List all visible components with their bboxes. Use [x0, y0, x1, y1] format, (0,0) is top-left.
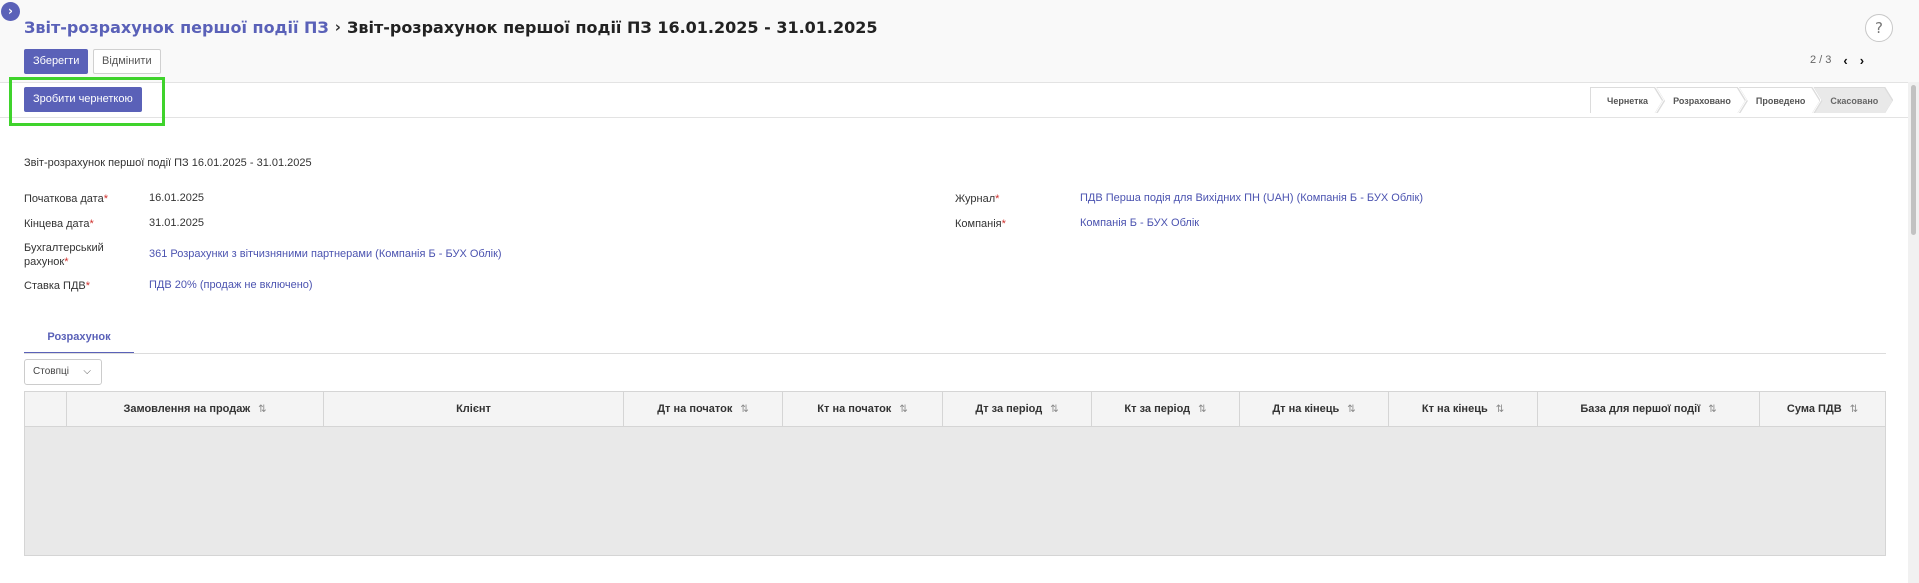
- account-label: Бухгалтерський рахунок*: [24, 242, 104, 268]
- end-date-field[interactable]: 31.01.2025: [149, 217, 204, 229]
- pager-value[interactable]: 2 / 3: [1810, 54, 1831, 66]
- breadcrumb: Звіт-розрахунок першої події ПЗ › Звіт-р…: [24, 16, 878, 38]
- record-title: Звіт-розрахунок першої події ПЗ 16.01.20…: [24, 157, 312, 169]
- sort-icon[interactable]: ⇅: [1198, 404, 1206, 415]
- form-sheet: Звіт-розрахунок першої події ПЗ 16.01.20…: [0, 119, 1908, 583]
- column-header-client[interactable]: Клієнт: [323, 392, 623, 426]
- columns-button[interactable]: Стовпці ⌵: [24, 359, 102, 385]
- end-date-label: Кінцева дата*: [24, 218, 94, 230]
- pager: 2 / 3 ‹ ›: [1810, 52, 1864, 68]
- company-label: Компанія*: [955, 218, 1006, 230]
- column-header-credit-end[interactable]: Кт на кінець ⇅: [1388, 392, 1537, 426]
- sort-icon[interactable]: ⇅: [1708, 404, 1716, 415]
- breadcrumb-parent-link[interactable]: Звіт-розрахунок першої події ПЗ: [24, 18, 329, 37]
- control-panel: › Звіт-розрахунок першої події ПЗ › Звіт…: [0, 0, 1919, 82]
- help-button[interactable]: ?: [1865, 14, 1893, 42]
- sort-icon[interactable]: ⇅: [1850, 404, 1858, 415]
- scrollbar-thumb[interactable]: [1911, 85, 1916, 235]
- columns-button-label: Стовпці: [33, 366, 69, 377]
- calculation-table: Замовлення на продаж ⇅ Клієнт Дт на почат…: [24, 391, 1886, 556]
- tab-divider: [24, 353, 1886, 354]
- sort-icon[interactable]: ⇅: [899, 404, 907, 415]
- vat-rate-field[interactable]: ПДВ 20% (продаж не включено): [149, 279, 313, 291]
- account-field[interactable]: 361 Розрахунки з вітчизняними партнерами…: [149, 248, 502, 260]
- stage-cancelled: Скасовано: [1814, 88, 1892, 114]
- save-button[interactable]: Зберегти: [24, 49, 89, 74]
- start-date-field[interactable]: 16.01.2025: [149, 192, 204, 204]
- stage-calculated[interactable]: Розраховано: [1657, 88, 1745, 114]
- column-header-credit-period[interactable]: Кт за період ⇅: [1091, 392, 1239, 426]
- stage-draft[interactable]: Чернетка: [1591, 88, 1662, 114]
- journal-label: Журнал*: [955, 193, 1000, 205]
- breadcrumb-separator-icon: ›: [334, 18, 341, 36]
- breadcrumb-current: Звіт-розрахунок першої події ПЗ 16.01.20…: [346, 17, 878, 37]
- column-header-debit-start[interactable]: Дт на початок ⇅: [623, 392, 782, 426]
- sort-icon[interactable]: ⇅: [258, 404, 266, 415]
- row-selector-header[interactable]: [25, 392, 66, 426]
- sort-icon[interactable]: ⇅: [1496, 404, 1504, 415]
- tab-calculation[interactable]: Розрахунок: [24, 326, 134, 354]
- column-header-vat-amount[interactable]: Сума ПДВ ⇅: [1759, 392, 1885, 426]
- sort-icon[interactable]: ⇅: [740, 404, 748, 415]
- vat-rate-label: Ставка ПДВ*: [24, 280, 91, 292]
- chevron-down-icon: ⌵: [83, 366, 91, 377]
- column-header-first-event-base[interactable]: База для першої події ⇅: [1537, 392, 1759, 426]
- stage-posted[interactable]: Проведено: [1740, 88, 1820, 114]
- column-header-debit-period[interactable]: Дт за період ⇅: [942, 392, 1091, 426]
- pager-previous-icon[interactable]: ‹: [1843, 53, 1847, 68]
- column-header-sale-order[interactable]: Замовлення на продаж ⇅: [66, 392, 323, 426]
- journal-field[interactable]: ПДВ Перша подія для Вихідних ПН (UAH) (К…: [1080, 192, 1423, 204]
- sort-icon[interactable]: ⇅: [1347, 404, 1355, 415]
- sort-icon[interactable]: ⇅: [1050, 404, 1058, 415]
- menu-toggle-icon[interactable]: ›: [1, 2, 20, 21]
- start-date-label: Початкова дата*: [24, 193, 108, 205]
- discard-button[interactable]: Відмінити: [93, 49, 161, 74]
- table-body: [25, 427, 1885, 555]
- column-header-credit-start[interactable]: Кт на початок ⇅: [782, 392, 942, 426]
- company-field[interactable]: Компанія Б - БУХ Облік: [1080, 217, 1199, 229]
- table-header: Замовлення на продаж ⇅ Клієнт Дт на почат…: [25, 392, 1885, 427]
- column-header-debit-end[interactable]: Дт на кінець ⇅: [1239, 392, 1388, 426]
- pager-next-icon[interactable]: ›: [1860, 53, 1864, 68]
- status-stages: Чернетка Розраховано Проведено Скасовано: [1590, 87, 1893, 113]
